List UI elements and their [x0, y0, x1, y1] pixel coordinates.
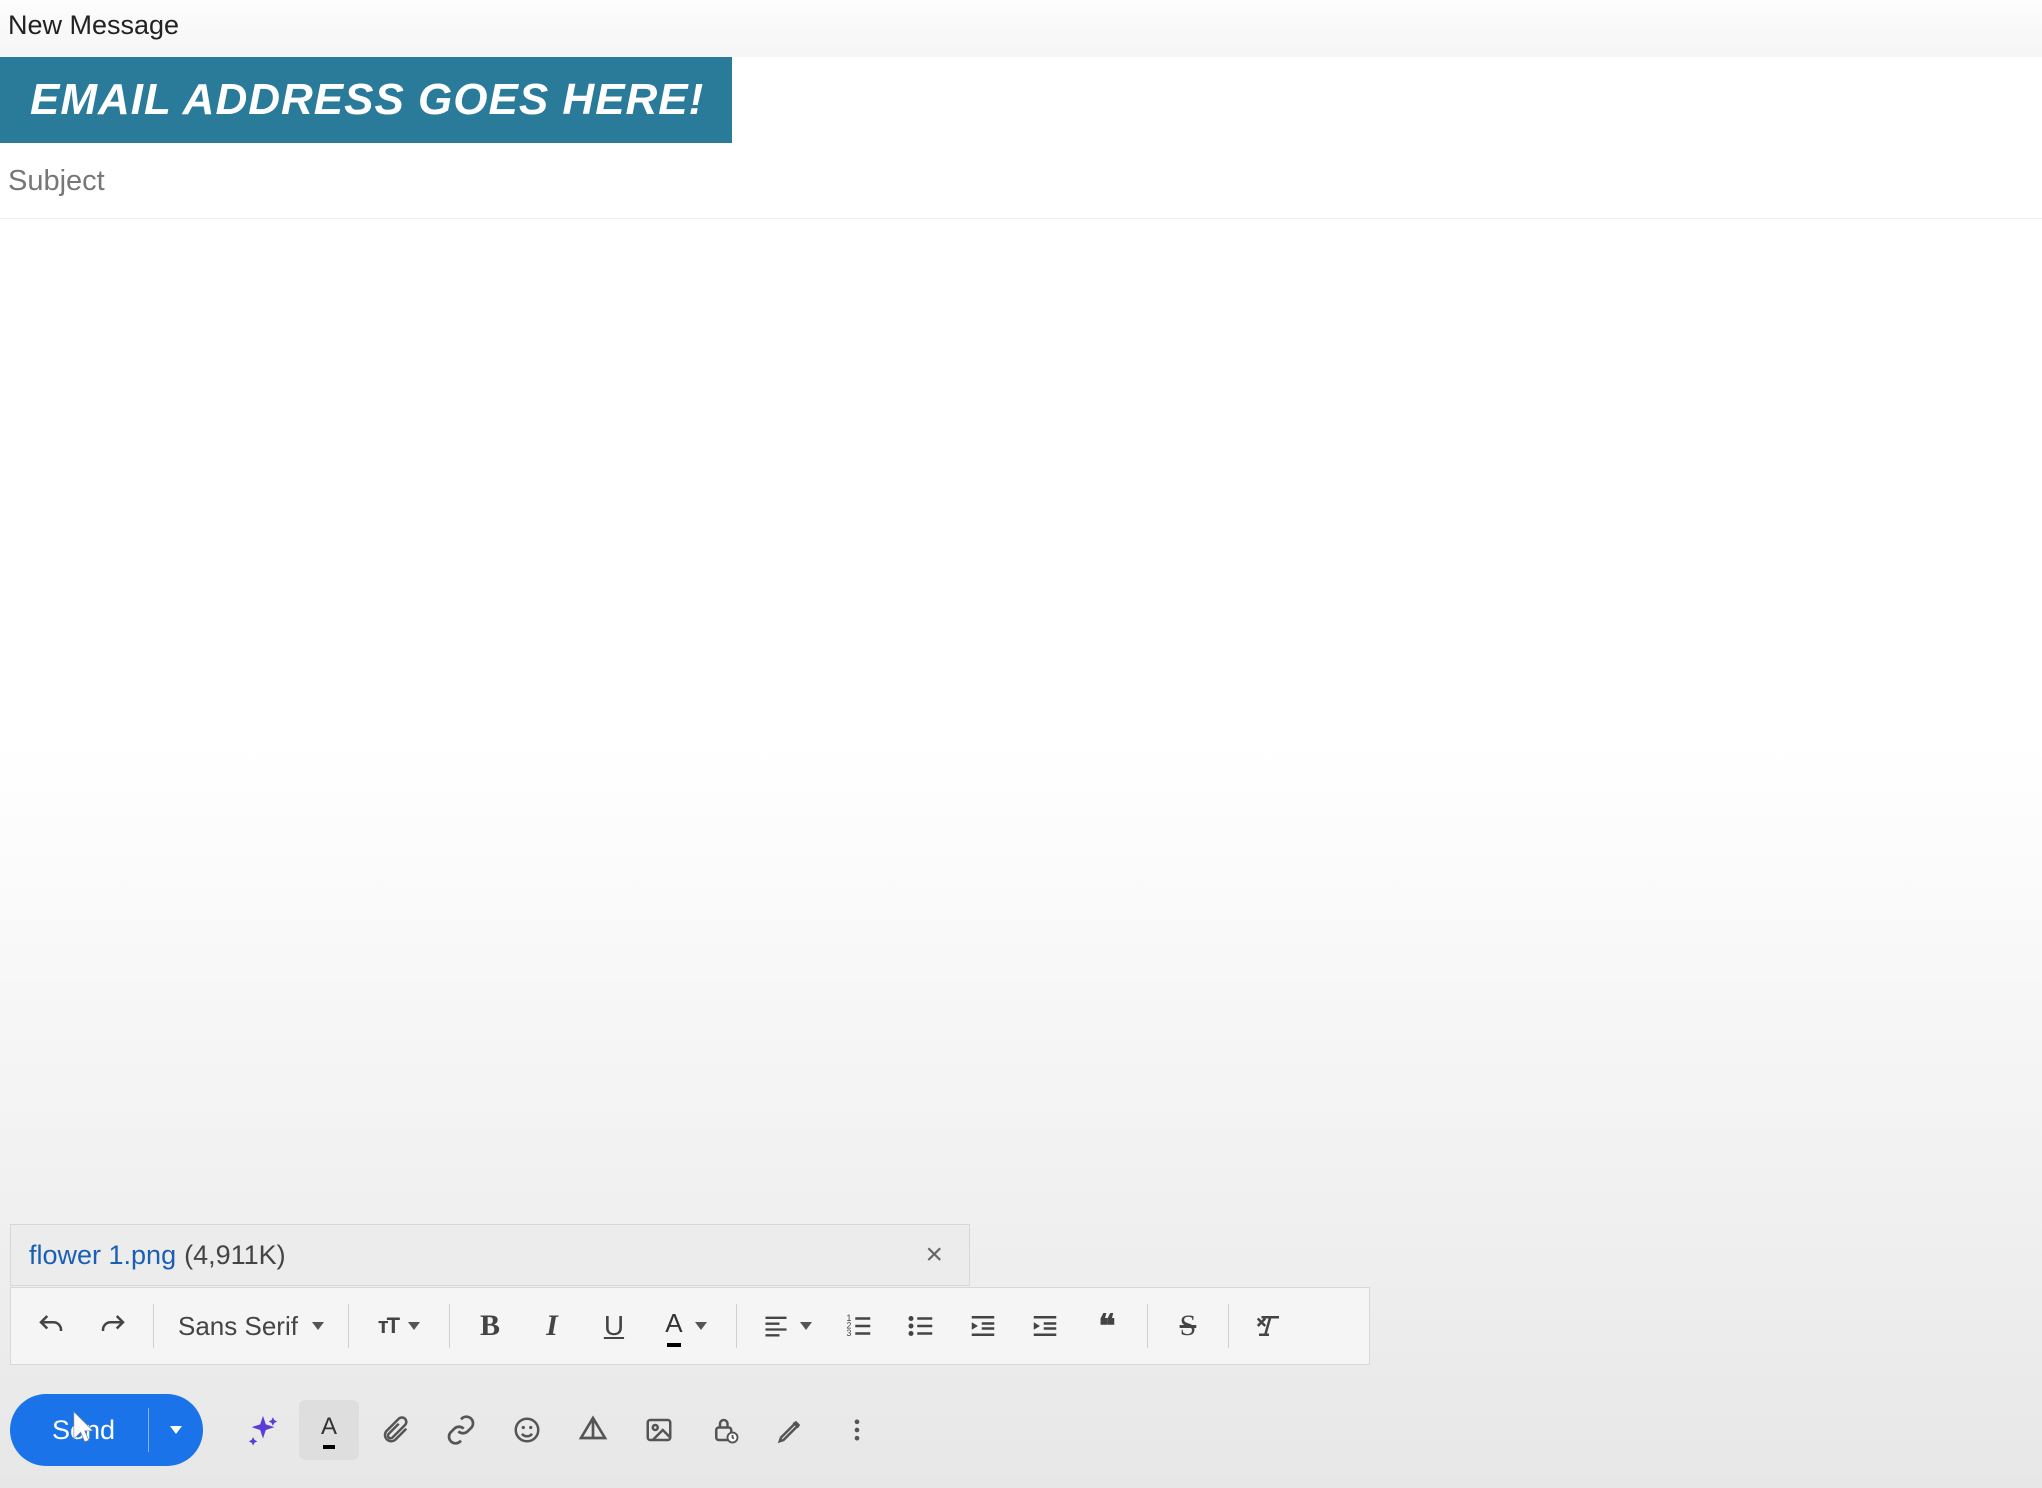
font-family-select[interactable]: Sans Serif: [164, 1297, 338, 1355]
to-field-row[interactable]: EMAIL ADDRESS GOES HERE!: [0, 57, 2042, 143]
bulleted-list-icon: [906, 1311, 936, 1341]
formatting-toolbar: Sans Serif тT B I U A 123 ❝ S: [10, 1287, 1370, 1365]
numbered-list-button[interactable]: 123: [829, 1297, 889, 1355]
send-button[interactable]: Send: [10, 1394, 149, 1466]
attachment-filename[interactable]: flower 1.png: [29, 1240, 176, 1271]
chevron-down-icon: [695, 1322, 707, 1330]
svg-text:3: 3: [846, 1328, 851, 1338]
align-left-icon: [762, 1312, 790, 1340]
compose-action-bar: Send A: [10, 1390, 887, 1470]
redo-button[interactable]: [83, 1297, 143, 1355]
indent-decrease-icon: [968, 1311, 998, 1341]
pen-icon: [776, 1415, 806, 1445]
compose-action-icons: A: [233, 1400, 887, 1460]
separator: [348, 1304, 349, 1348]
image-icon: [644, 1415, 674, 1445]
strikethrough-icon: S: [1180, 1309, 1197, 1343]
message-body[interactable]: [0, 219, 2042, 1099]
chevron-down-icon: [312, 1322, 324, 1330]
separator: [449, 1304, 450, 1348]
send-label: Send: [52, 1415, 115, 1446]
sparkle-icon: [246, 1413, 280, 1447]
insert-signature-button[interactable]: [761, 1400, 821, 1460]
redo-icon: [98, 1311, 128, 1341]
remove-formatting-button[interactable]: [1239, 1297, 1299, 1355]
align-button[interactable]: [747, 1297, 827, 1355]
subject-field[interactable]: Subject: [0, 143, 2042, 219]
undo-button[interactable]: [21, 1297, 81, 1355]
strikethrough-button[interactable]: S: [1158, 1297, 1218, 1355]
remove-formatting-icon: [1254, 1311, 1284, 1341]
underline-button[interactable]: U: [584, 1297, 644, 1355]
insert-photo-button[interactable]: [629, 1400, 689, 1460]
more-vertical-icon: [843, 1416, 871, 1444]
separator: [736, 1304, 737, 1348]
formatting-options-button[interactable]: A: [299, 1400, 359, 1460]
italic-button[interactable]: I: [522, 1297, 582, 1355]
text-color-button[interactable]: A: [646, 1297, 726, 1355]
chevron-down-icon: [170, 1426, 182, 1434]
insert-link-button[interactable]: [431, 1400, 491, 1460]
attachment-remove-icon[interactable]: ×: [917, 1238, 951, 1272]
font-family-label: Sans Serif: [178, 1311, 298, 1342]
subject-placeholder: Subject: [8, 165, 105, 197]
indent-increase-icon: [1030, 1311, 1060, 1341]
attach-file-button[interactable]: [365, 1400, 425, 1460]
undo-icon: [36, 1311, 66, 1341]
more-options-button[interactable]: [827, 1400, 887, 1460]
text-color-icon: A: [665, 1308, 682, 1345]
send-options-button[interactable]: [149, 1394, 203, 1466]
text-size-icon: тT: [378, 1313, 398, 1339]
attachment-chip[interactable]: flower 1.png (4,911K) ×: [10, 1224, 970, 1286]
attachment-size: (4,911K): [184, 1240, 286, 1271]
indent-decrease-button[interactable]: [953, 1297, 1013, 1355]
drive-icon: [577, 1414, 609, 1446]
chevron-down-icon: [408, 1322, 420, 1330]
quote-button[interactable]: ❝: [1077, 1297, 1137, 1355]
separator: [1228, 1304, 1229, 1348]
quote-icon: ❝: [1098, 1307, 1115, 1345]
confidential-mode-button[interactable]: [695, 1400, 755, 1460]
compose-title: New Message: [8, 10, 179, 40]
separator: [153, 1304, 154, 1348]
insert-drive-button[interactable]: [563, 1400, 623, 1460]
smart-compose-button[interactable]: [233, 1400, 293, 1460]
chevron-down-icon: [800, 1322, 812, 1330]
bulleted-list-button[interactable]: [891, 1297, 951, 1355]
lock-clock-icon: [710, 1415, 740, 1445]
paperclip-icon: [380, 1415, 410, 1445]
send-button-group: Send: [10, 1394, 203, 1466]
link-icon: [445, 1414, 477, 1446]
emoji-icon: [512, 1415, 542, 1445]
insert-emoji-button[interactable]: [497, 1400, 557, 1460]
indent-increase-button[interactable]: [1015, 1297, 1075, 1355]
bold-icon: B: [480, 1309, 500, 1343]
bold-button[interactable]: B: [460, 1297, 520, 1355]
separator: [1147, 1304, 1148, 1348]
italic-icon: I: [546, 1309, 558, 1343]
underline-icon: U: [604, 1310, 624, 1342]
compose-header: New Message: [0, 0, 2042, 57]
text-format-icon: A: [321, 1413, 337, 1447]
font-size-button[interactable]: тT: [359, 1297, 439, 1355]
numbered-list-icon: 123: [844, 1311, 874, 1341]
to-overlay-label: EMAIL ADDRESS GOES HERE!: [0, 57, 732, 143]
